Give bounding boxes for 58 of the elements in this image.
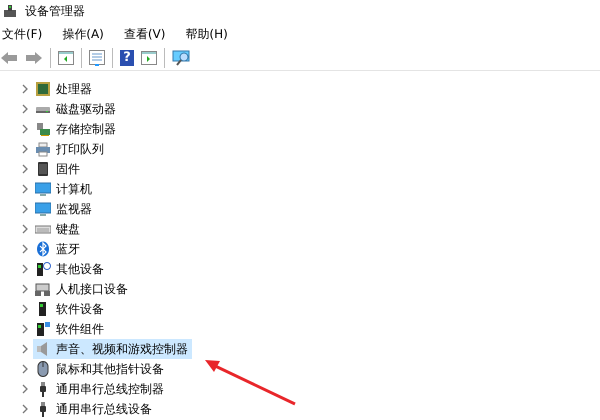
expand-icon[interactable] bbox=[21, 204, 29, 214]
pane-icon[interactable] bbox=[58, 51, 74, 65]
expand-icon[interactable] bbox=[21, 284, 29, 294]
tree-item[interactable]: 存储控制器 bbox=[33, 119, 120, 139]
device-icon bbox=[35, 321, 51, 337]
forward-icon[interactable] bbox=[25, 51, 43, 65]
expand-icon[interactable] bbox=[21, 104, 29, 114]
tree-item[interactable]: 通用串行总线设备 bbox=[33, 399, 156, 419]
help-icon[interactable]: ? bbox=[120, 50, 134, 66]
expand-icon[interactable] bbox=[21, 384, 29, 394]
menu-item[interactable]: 文件(F) bbox=[2, 26, 48, 42]
window-title: 设备管理器 bbox=[25, 2, 85, 20]
expand-icon[interactable] bbox=[21, 304, 29, 314]
expand-icon[interactable] bbox=[21, 224, 29, 234]
monitor-icon bbox=[35, 201, 51, 217]
expand-icon[interactable] bbox=[21, 264, 29, 274]
tree-item[interactable]: 其他设备 bbox=[33, 259, 108, 279]
tree-item[interactable]: 打印队列 bbox=[33, 139, 108, 159]
device-icon bbox=[35, 261, 51, 277]
expand-icon[interactable] bbox=[21, 324, 29, 334]
menu-item[interactable]: 查看(V) bbox=[124, 26, 172, 42]
keyboard-icon bbox=[35, 281, 51, 297]
expand-icon[interactable] bbox=[21, 344, 29, 354]
expand-icon[interactable] bbox=[21, 404, 29, 414]
tree-item[interactable]: 鼠标和其他指针设备 bbox=[33, 359, 168, 379]
tree-item[interactable]: 处理器 bbox=[33, 79, 96, 99]
app-icon bbox=[3, 4, 17, 18]
expand-icon[interactable] bbox=[21, 124, 29, 134]
tree-item[interactable]: 人机接口设备 bbox=[33, 279, 132, 299]
menu-item[interactable]: 操作(A) bbox=[62, 26, 110, 42]
storage-icon bbox=[35, 121, 51, 137]
tree-item[interactable]: 键盘 bbox=[33, 219, 84, 239]
tree-item[interactable]: 固件 bbox=[33, 159, 84, 179]
tree-item[interactable]: 通用串行总线控制器 bbox=[33, 379, 168, 399]
mouse-icon bbox=[35, 361, 51, 377]
expand-icon[interactable] bbox=[21, 364, 29, 374]
menu-item[interactable]: 帮助(H) bbox=[185, 26, 234, 42]
expand-icon[interactable] bbox=[21, 184, 29, 194]
tree-item[interactable]: 软件设备 bbox=[33, 299, 108, 319]
tree-item[interactable]: 监视器 bbox=[33, 199, 96, 219]
expand-icon[interactable] bbox=[21, 164, 29, 174]
tree-item[interactable]: 声音、视频和游戏控制器 bbox=[33, 339, 192, 359]
bluetooth-icon bbox=[35, 241, 51, 257]
monitor-search-icon[interactable] bbox=[172, 50, 192, 66]
expand-icon[interactable] bbox=[21, 84, 29, 94]
printer-icon bbox=[35, 141, 51, 157]
tree-item[interactable]: 软件组件 bbox=[33, 319, 108, 339]
back-icon[interactable] bbox=[0, 51, 18, 65]
properties-icon[interactable] bbox=[89, 50, 105, 66]
tree-item[interactable]: 蓝牙 bbox=[33, 239, 84, 259]
chip-icon bbox=[35, 81, 51, 97]
chip-icon bbox=[35, 161, 51, 177]
tree-item[interactable]: 磁盘驱动器 bbox=[33, 99, 120, 119]
monitor-icon bbox=[35, 181, 51, 197]
pane-icon[interactable] bbox=[141, 51, 157, 65]
expand-icon[interactable] bbox=[21, 244, 29, 254]
tree-item[interactable]: 计算机 bbox=[33, 179, 96, 199]
expand-icon[interactable] bbox=[21, 144, 29, 154]
